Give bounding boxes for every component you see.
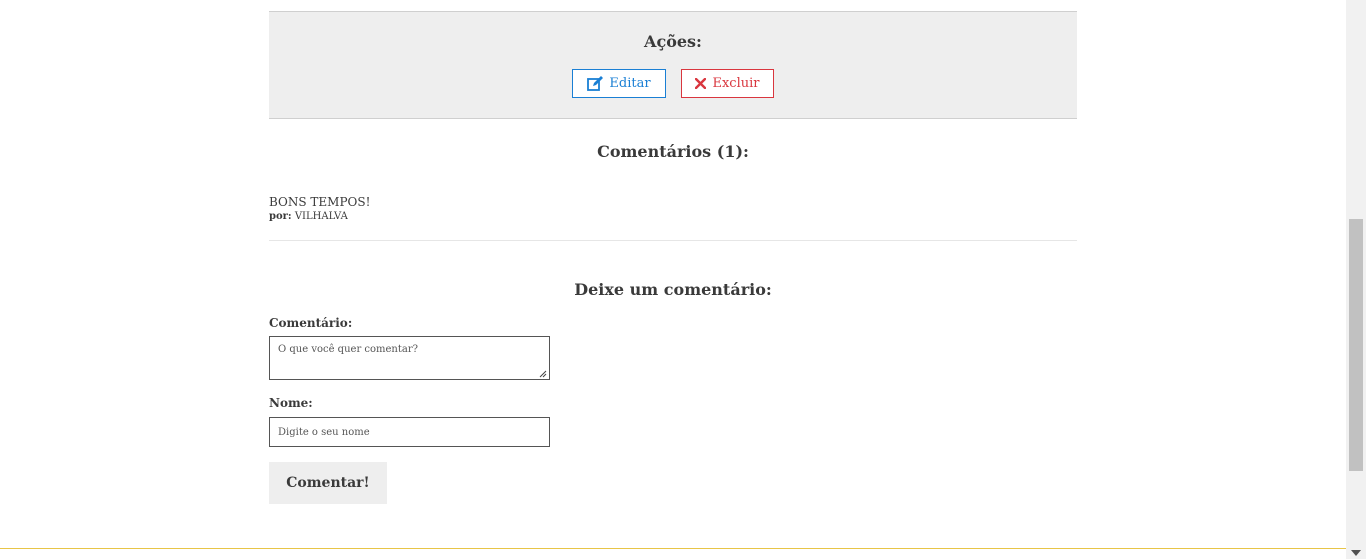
comment-author: VILHALVA: [294, 211, 348, 222]
scrollbar[interactable]: [1346, 0, 1366, 559]
delete-button-label: Excluir: [712, 76, 760, 91]
name-field-label: Nome:: [269, 396, 313, 410]
comments-title: Comentários (1):: [597, 142, 749, 161]
scroll-down-arrow-icon[interactable]: [1351, 550, 1361, 556]
resize-grip-icon[interactable]: [537, 368, 547, 378]
footer-divider: [0, 548, 1346, 549]
comment-item: BONS TEMPOS! por: VILHALVA: [269, 195, 1077, 241]
comment-by-label: por:: [269, 211, 292, 222]
edit-button[interactable]: Editar: [572, 69, 666, 98]
delete-button[interactable]: Excluir: [681, 69, 774, 98]
page: Ações: Editar Excluir Comentários (1): B…: [0, 0, 1366, 559]
comment-text: BONS TEMPOS!: [269, 195, 371, 209]
edit-button-label: Editar: [609, 76, 651, 91]
leave-comment-title: Deixe um comentário:: [574, 280, 772, 299]
comment-field-label: Comentário:: [269, 316, 353, 330]
comment-meta: por: VILHALVA: [269, 210, 1077, 223]
submit-comment-button[interactable]: Comentar!: [269, 462, 387, 504]
actions-title: Ações:: [644, 32, 702, 51]
edit-icon: [587, 76, 604, 91]
actions-panel: Ações: Editar Excluir: [269, 11, 1077, 119]
close-icon: [695, 78, 707, 89]
scrollbar-thumb[interactable]: [1349, 219, 1363, 471]
name-input[interactable]: [269, 417, 550, 447]
comment-textarea[interactable]: [269, 336, 550, 380]
